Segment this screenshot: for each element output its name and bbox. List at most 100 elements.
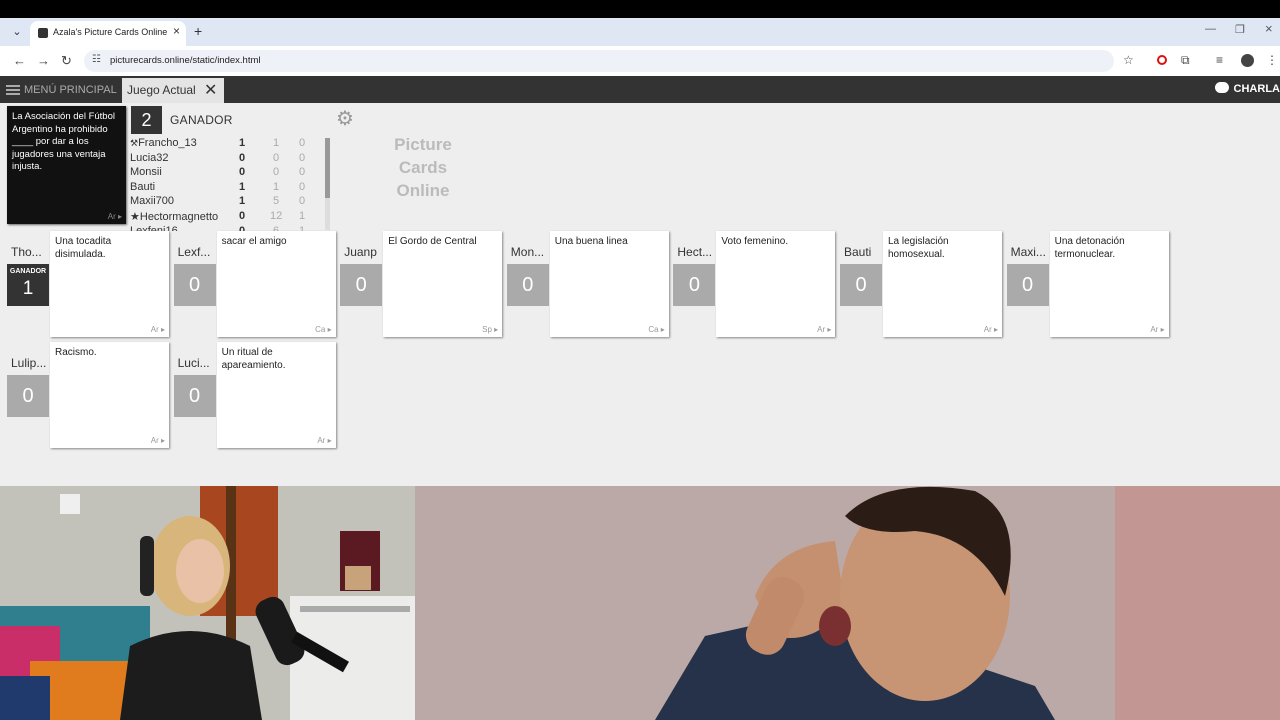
player-name: Lucia32 (130, 151, 169, 164)
extensions-puzzle-icon[interactable]: ⧉ (1181, 53, 1190, 68)
white-card[interactable]: La legislación homosexual. Ar ▸ (883, 231, 1002, 337)
white-card[interactable]: Una tocadita disimulada. Ar ▸ (50, 231, 169, 337)
opera-extension-icon[interactable] (1157, 55, 1167, 65)
browser-tab[interactable]: Azala's Picture Cards Online × (30, 21, 186, 46)
white-card-deck: Ar ▸ (983, 325, 998, 334)
answer-score-badge: 0 (1006, 264, 1049, 306)
player-stat: 0 (298, 166, 306, 179)
answer-player-name: Mon... (510, 245, 545, 259)
game-area: La Asociación del Fútbol Argentino ha pr… (0, 103, 1280, 486)
player-score: 1 (238, 195, 246, 208)
browser-toolbar: ← → ↻ ☷ picturecards.online/static/index… (0, 46, 1280, 76)
player-stat: 5 (272, 195, 280, 208)
round-number: 2 (131, 106, 162, 134)
answer-score-value: 0 (189, 274, 201, 296)
bookmark-star-icon[interactable]: ☆ (1123, 53, 1134, 67)
answer-score-badge: 0 (673, 264, 716, 306)
answer-score-value: 0 (355, 274, 367, 296)
white-card-deck: Ar ▸ (317, 436, 332, 445)
white-card[interactable]: El Gordo de Central Sp ▸ (383, 231, 503, 337)
white-card-text: Voto femenino. (721, 236, 789, 247)
white-card-deck: Sp ▸ (482, 325, 499, 334)
white-card[interactable]: sacar el amigo Ca ▸ (216, 231, 336, 337)
close-game-tab-icon[interactable]: ✕ (204, 80, 217, 100)
white-card-text: Una buena linea (554, 236, 628, 247)
answer-score-badge: 0 (840, 264, 882, 306)
answer-entry[interactable]: Juanp 0 El Gordo de Central Sp ▸ (340, 231, 506, 338)
app-navbar: MENÚ PRINCIPAL Juego Actual ✕ CHARLA (0, 76, 1280, 103)
tab-current-game[interactable]: Juego Actual ✕ (122, 78, 224, 103)
reaction-photo (415, 486, 1280, 720)
chat-button[interactable]: CHARLA (1214, 82, 1280, 95)
answer-entry[interactable]: Tho... GANADOR 1 Una tocadita disimulada. Ar… (7, 231, 173, 338)
answer-score-badge: 0 (173, 264, 216, 306)
forward-arrow-icon[interactable]: → (37, 53, 50, 68)
more-menu-icon[interactable]: ⋮ (1266, 53, 1278, 67)
media-control-icon[interactable]: ≡ (1216, 53, 1223, 67)
player-name: Monsii (130, 166, 162, 179)
player-score: 0 (238, 209, 246, 222)
player-stat: 1 (298, 209, 306, 222)
close-tab-icon[interactable]: × (173, 24, 180, 38)
site-info-icon[interactable]: ☷ (92, 54, 101, 65)
answer-entry[interactable]: Bauti 0 La legislación homosexual. Ar ▸ (840, 231, 1006, 338)
address-bar[interactable]: ☷ picturecards.online/static/index.html (84, 50, 1114, 72)
reload-icon[interactable]: ↻ (61, 53, 72, 69)
answer-player-name: Hect... (677, 245, 713, 259)
gear-icon[interactable]: ⚙ (336, 106, 354, 131)
white-card-text: Racismo. (55, 347, 97, 358)
white-card-text: Un ritual de apareamiento. (221, 347, 286, 371)
answer-entry[interactable]: Maxi... 0 Una detonación termonuclear. Ar ▸ (1006, 231, 1173, 338)
white-card[interactable]: Una detonación termonuclear. Ar ▸ (1049, 231, 1169, 337)
player-stat: 0 (272, 166, 280, 179)
new-tab-plus-icon[interactable]: + (194, 23, 202, 39)
answer-score-badge: 0 (173, 375, 216, 417)
tab-search-chevron-icon[interactable]: ⌄ (8, 23, 26, 41)
scoreboard-row: Monsii 0 0 0 (130, 166, 326, 181)
browser-tabstrip: ⌄ Azala's Picture Cards Online × + — ❐ × (0, 18, 1280, 46)
white-card-deck: Ar ▸ (817, 325, 832, 334)
scoreboard-row: Maxii700 1 5 0 (130, 195, 326, 210)
profile-avatar[interactable] (1241, 54, 1254, 67)
answer-player-name: Juanp (344, 245, 377, 259)
white-card-deck: Ca ▸ (315, 325, 332, 334)
player-stat: 0 (298, 195, 306, 208)
close-window-icon[interactable]: × (1265, 21, 1273, 36)
tab-title: Azala's Picture Cards Online (53, 27, 168, 37)
answer-score-value: 0 (22, 385, 34, 407)
white-card[interactable]: Una buena linea Ca ▸ (549, 231, 669, 337)
star-icon: ★ (130, 210, 140, 223)
restore-icon[interactable]: ❐ (1235, 23, 1245, 36)
back-arrow-icon[interactable]: ← (13, 53, 26, 68)
answer-player-name: Maxi... (1010, 245, 1046, 259)
scoreboard-scrollbar[interactable] (325, 138, 330, 230)
white-card[interactable]: Racismo. Ar ▸ (50, 342, 169, 448)
player-stat: 1 (272, 180, 280, 193)
url-text: picturecards.online/static/index.html (110, 55, 261, 66)
answer-score-badge: 0 (506, 264, 549, 306)
scoreboard: ⚒Francho_13 1 1 0 Lucia32 0 0 0 Monsii 0 0 0 Bauti 1 1… (130, 137, 326, 231)
chat-bubble-icon (1214, 82, 1229, 93)
scoreboard-row: ⚒Francho_13 1 1 0 (130, 137, 326, 152)
answer-entry[interactable]: Lexf... 0 sacar el amigo Ca ▸ (173, 231, 340, 338)
player-stat: 0 (298, 137, 306, 149)
answer-score-value: 0 (1022, 274, 1034, 296)
white-card[interactable]: Un ritual de apareamiento. Ar ▸ (216, 342, 336, 448)
player-score: 0 (238, 166, 246, 179)
chat-label: CHARLA (1233, 83, 1280, 95)
main-menu-button[interactable]: MENÚ PRINCIPAL (6, 76, 117, 103)
white-card-deck: Ar ▸ (150, 325, 165, 334)
answer-score-value: 0 (189, 385, 201, 407)
scrollbar-thumb[interactable] (325, 138, 330, 198)
answer-entry[interactable]: Luci... 0 Un ritual de apareamiento. Ar ▸ (173, 342, 340, 449)
answer-score-badge: GANADOR 1 (7, 264, 49, 306)
answer-entry[interactable]: Hect... 0 Voto femenino. Ar ▸ (673, 231, 839, 338)
minimize-icon[interactable]: — (1205, 23, 1216, 35)
current-game-label: Juego Actual (127, 83, 196, 97)
player-stat: 1 (272, 137, 280, 149)
white-card-text: Una detonación termonuclear. (1054, 236, 1125, 260)
answer-entry[interactable]: Lulip... 0 Racismo. Ar ▸ (7, 342, 173, 449)
answer-entry[interactable]: Mon... 0 Una buena linea Ca ▸ (506, 231, 673, 338)
white-card-text: El Gordo de Central (388, 236, 477, 247)
white-card[interactable]: Voto femenino. Ar ▸ (716, 231, 836, 337)
